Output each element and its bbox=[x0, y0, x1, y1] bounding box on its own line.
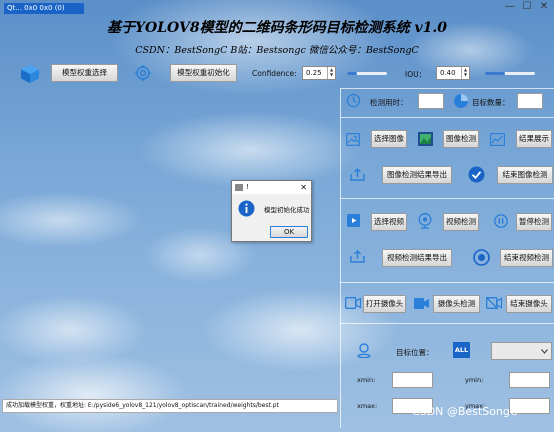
select-image-button[interactable]: 选择图像 bbox=[371, 130, 407, 148]
watermark-text: CSDN @BestSongC bbox=[412, 405, 518, 418]
app-subtitle: CSDN：BestSongC B站：Bestsongc 微信公众号：BestSo… bbox=[135, 45, 419, 56]
end-video-detect-button[interactable]: 结束视频检测 bbox=[500, 249, 553, 267]
camera-icon bbox=[345, 297, 361, 309]
xmin-label: xmin: bbox=[357, 376, 376, 384]
confidence-slider[interactable] bbox=[347, 72, 387, 75]
select-weights-button[interactable]: 模型权重选择 bbox=[51, 64, 118, 82]
target-count-field bbox=[517, 93, 543, 109]
all-icon: ALL bbox=[453, 342, 470, 358]
iou-spinbox[interactable]: 0.40 ▲ ▼ bbox=[436, 66, 470, 80]
ymin-label: ymin: bbox=[465, 376, 484, 384]
image-icon bbox=[346, 133, 360, 146]
export-icon bbox=[350, 250, 365, 263]
open-camera-button[interactable]: 打开摄像头 bbox=[363, 295, 406, 313]
pause-icon bbox=[494, 214, 508, 228]
status-message: 成功加载模型权重，权重地址: E:/pyside6_yolov8_121/yol… bbox=[2, 399, 338, 413]
app-window: Qt... 0x0 0x0 (0) — ☐ ✕ 基于YOLOV8模型的二维码条形… bbox=[0, 0, 554, 432]
export-icon bbox=[350, 168, 365, 181]
detect-video-button[interactable]: 视频检测 bbox=[443, 213, 479, 231]
select-video-button[interactable]: 选择视频 bbox=[371, 213, 407, 231]
camera-detect-button[interactable]: 摄像头检测 bbox=[433, 295, 480, 313]
xmin-field bbox=[392, 372, 433, 388]
export-image-result-button[interactable]: 图像检测结果导出 bbox=[382, 166, 452, 184]
confidence-slider-fill bbox=[347, 72, 357, 75]
export-video-result-button[interactable]: 视频检测结果导出 bbox=[382, 249, 452, 267]
location-pin-icon bbox=[357, 343, 371, 358]
divider bbox=[340, 117, 554, 118]
confidence-label: Confidence: bbox=[252, 69, 297, 78]
close-button[interactable]: ✕ bbox=[537, 0, 551, 14]
message-dialog: ! ✕ 模型初始化成功 OK bbox=[231, 180, 312, 242]
close-camera-button[interactable]: 结束摄像头 bbox=[506, 295, 552, 313]
video-icon bbox=[347, 214, 360, 227]
target-position-label: 目标位置： bbox=[396, 348, 434, 357]
dialog-close-button[interactable]: ✕ bbox=[300, 181, 307, 194]
detect-time-label: 检测用时： bbox=[370, 98, 408, 107]
webcam-icon bbox=[418, 213, 432, 229]
minimize-button[interactable]: — bbox=[503, 0, 517, 14]
spin-arrows-icon[interactable]: ▲ ▼ bbox=[327, 67, 335, 79]
camera-off-icon bbox=[486, 297, 502, 309]
stop-circle-icon bbox=[473, 249, 490, 266]
divider bbox=[340, 282, 554, 283]
close-icon: ✕ bbox=[300, 183, 307, 192]
close-icon: ✕ bbox=[539, 1, 549, 12]
spin-arrows-icon[interactable]: ▲ ▼ bbox=[461, 67, 469, 79]
iou-slider-fill bbox=[485, 72, 505, 75]
line-chart-icon bbox=[490, 133, 505, 146]
right-panel-divider bbox=[340, 88, 341, 428]
check-circle-icon bbox=[468, 166, 485, 183]
ok-button[interactable]: OK bbox=[270, 226, 308, 238]
detect-time-field bbox=[418, 93, 444, 109]
clock-icon bbox=[346, 93, 361, 108]
divider bbox=[340, 323, 554, 324]
target-icon bbox=[135, 65, 151, 81]
confidence-spinbox[interactable]: 0.25 ▲ ▼ bbox=[302, 66, 336, 80]
target-count-label: 目标数量： bbox=[472, 98, 510, 107]
iou-label: IOU： bbox=[405, 70, 427, 79]
dialog-message: 模型初始化成功 bbox=[264, 206, 310, 214]
divider bbox=[340, 88, 554, 89]
divider bbox=[340, 198, 554, 199]
end-image-detect-button[interactable]: 结束图像检测 bbox=[497, 166, 553, 184]
target-select-dropdown[interactable] bbox=[491, 342, 552, 360]
iou-slider[interactable] bbox=[485, 72, 535, 75]
dialog-titlebar: ! ✕ bbox=[232, 181, 311, 194]
xmax-label: xmax: bbox=[357, 402, 378, 410]
maximize-icon: ☐ bbox=[522, 1, 532, 12]
show-result-button[interactable]: 结果展示 bbox=[516, 130, 552, 148]
cube-icon bbox=[21, 65, 39, 83]
iou-value: 0.40 bbox=[440, 69, 456, 77]
maximize-button[interactable]: ☐ bbox=[520, 0, 534, 14]
chevron-down-icon bbox=[541, 349, 548, 354]
dialog-title: ! bbox=[246, 183, 249, 191]
init-weights-button[interactable]: 模型权重初始化 bbox=[170, 64, 237, 82]
info-icon bbox=[238, 200, 255, 217]
confidence-value: 0.25 bbox=[306, 69, 322, 77]
minimize-icon: — bbox=[505, 1, 515, 12]
camera-detect-icon bbox=[414, 298, 429, 309]
ymin-field bbox=[509, 372, 550, 388]
app-title: 基于YOLOV8模型的二维码条形码目标检测系统 v1.0 bbox=[107, 20, 447, 36]
pause-detect-button[interactable]: 暂停检测 bbox=[516, 213, 552, 231]
app-icon bbox=[235, 184, 243, 191]
pie-chart-icon bbox=[454, 94, 468, 108]
image-detect-icon bbox=[418, 132, 433, 146]
window-title-label: Qt... 0x0 0x0 (0) bbox=[4, 3, 84, 14]
detect-image-button[interactable]: 图像检测 bbox=[443, 130, 479, 148]
